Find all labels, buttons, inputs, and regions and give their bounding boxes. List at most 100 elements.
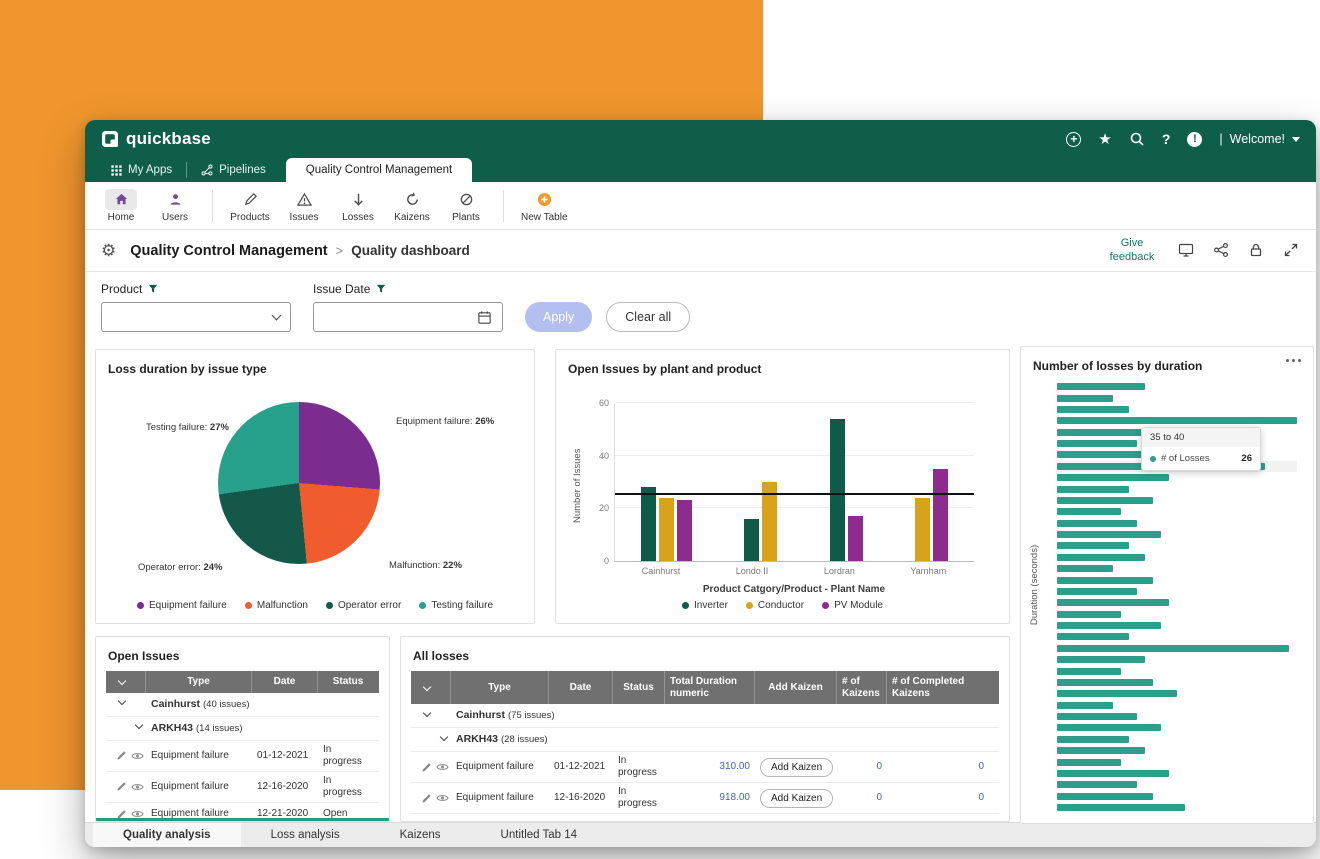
- loss-bar-5-to-10[interactable]: [1057, 395, 1113, 402]
- dashboard-tab-untitled-tab-14[interactable]: Untitled Tab 14: [471, 823, 608, 847]
- table-row[interactable]: Equipment failure01-12-2021In progress31…: [411, 752, 999, 783]
- user-menu[interactable]: | Welcome!: [1219, 132, 1300, 146]
- legend-item-operator-error[interactable]: Operator error: [326, 600, 401, 611]
- subgroup-row[interactable]: ARKH43(28 issues): [411, 728, 999, 752]
- toolbar-item-issues[interactable]: Issues: [278, 186, 330, 226]
- loss-bar-175-to-180[interactable]: [1057, 781, 1137, 788]
- loss-bar-40-to-45[interactable]: [1057, 474, 1169, 481]
- column-header-expand[interactable]: [106, 671, 146, 693]
- legend-item-testing-failure[interactable]: Testing failure: [419, 600, 493, 611]
- issue-date-input[interactable]: [313, 302, 503, 332]
- loss-bar-165-to-170[interactable]: [1057, 759, 1121, 766]
- loss-bar-30-to-35[interactable]: [1057, 451, 1153, 458]
- table-scroll-indicator[interactable]: [96, 818, 389, 821]
- add-icon[interactable]: +: [1066, 132, 1081, 147]
- pie-chart[interactable]: [218, 402, 380, 564]
- loss-bar-185-to-190[interactable]: [1057, 804, 1185, 811]
- column-header--of-completed-kaizens[interactable]: # of Completed Kaizens: [887, 671, 989, 704]
- column-header-date[interactable]: Date: [252, 671, 318, 693]
- column-header-status[interactable]: Status: [613, 671, 665, 704]
- column-header-total-duration-numeric[interactable]: Total Duration numeric: [665, 671, 755, 704]
- loss-bar-75-to-80[interactable]: [1057, 554, 1145, 561]
- view-eye-icon[interactable]: [436, 793, 449, 803]
- loss-bar-155-to-160[interactable]: [1057, 736, 1129, 743]
- fullscreen-icon[interactable]: [1282, 242, 1300, 260]
- loss-bar-0-to-5[interactable]: [1057, 383, 1145, 390]
- edit-pencil-icon[interactable]: [116, 750, 127, 761]
- loss-bar-55-to-60[interactable]: [1057, 508, 1121, 515]
- edit-pencil-icon[interactable]: [421, 762, 432, 773]
- loss-bar-120-to-125[interactable]: [1057, 656, 1145, 663]
- tab-quality-control-management[interactable]: Quality Control Management: [286, 158, 472, 182]
- column-header-type[interactable]: Type: [451, 671, 549, 704]
- loss-bar-105-to-110[interactable]: [1057, 622, 1161, 629]
- loss-bar-145-to-150[interactable]: [1057, 713, 1137, 720]
- legend-item-pv-module[interactable]: PV Module: [822, 600, 883, 611]
- column-header-date[interactable]: Date: [549, 671, 613, 704]
- bar-pv-module-cainhurst[interactable]: [677, 500, 692, 561]
- help-icon[interactable]: ?: [1162, 131, 1171, 147]
- column-header-add-kaizen[interactable]: Add Kaizen: [755, 671, 837, 704]
- toolbar-item-kaizens[interactable]: Kaizens: [386, 186, 438, 226]
- loss-bar-180-to-185[interactable]: [1057, 793, 1153, 800]
- loss-bar-100-to-105[interactable]: [1057, 611, 1121, 618]
- more-options-icon[interactable]: [1282, 355, 1305, 366]
- legend-item-conductor[interactable]: Conductor: [746, 600, 804, 611]
- view-eye-icon[interactable]: [436, 762, 449, 772]
- table-row[interactable]: Equipment failure01-12-2021In progress: [106, 741, 379, 772]
- loss-bar-90-to-95[interactable]: [1057, 588, 1137, 595]
- loss-bar-170-to-175[interactable]: [1057, 770, 1169, 777]
- loss-bar-25-to-30[interactable]: [1057, 440, 1137, 447]
- expand-chevron[interactable]: [411, 731, 451, 749]
- loss-bar-15-to-20[interactable]: [1057, 417, 1297, 424]
- column-header-type[interactable]: Type: [146, 671, 252, 693]
- edit-pencil-icon[interactable]: [421, 793, 432, 804]
- dashboard-tab-loss-analysis[interactable]: Loss analysis: [241, 823, 370, 847]
- legend-item-inverter[interactable]: Inverter: [682, 600, 728, 611]
- nav-my-apps[interactable]: My Apps: [99, 158, 184, 182]
- table-row[interactable]: Equipment failure12-16-2020In progress: [106, 772, 379, 803]
- dashboard-tab-kaizens[interactable]: Kaizens: [370, 823, 471, 847]
- expand-chevron[interactable]: [411, 707, 451, 725]
- subgroup-row[interactable]: ARKH43(14 issues): [106, 717, 379, 741]
- toolbar-item-users[interactable]: Users: [149, 186, 201, 226]
- dashboard-tab-quality-analysis[interactable]: Quality analysis: [93, 823, 241, 847]
- add-kaizen-button[interactable]: Add Kaizen: [760, 789, 833, 808]
- clear-all-button[interactable]: Clear all: [606, 302, 690, 332]
- bar-conductor-yarnham[interactable]: [915, 498, 930, 561]
- loss-bar-50-to-55[interactable]: [1057, 497, 1153, 504]
- toolbar-item-new-table[interactable]: New Table: [515, 186, 574, 226]
- feedback-monitor-icon[interactable]: [1177, 242, 1195, 260]
- view-eye-icon[interactable]: [131, 782, 144, 792]
- loss-bar-115-to-120[interactable]: [1057, 645, 1289, 652]
- loss-bar-80-to-85[interactable]: [1057, 565, 1113, 572]
- column-header-status[interactable]: Status: [318, 671, 378, 693]
- group-row[interactable]: Cainhurst(75 issues): [411, 704, 999, 728]
- loss-bar-150-to-155[interactable]: [1057, 724, 1161, 731]
- group-row[interactable]: Cainhurst(40 issues): [106, 693, 379, 717]
- nav-pipelines[interactable]: Pipelines: [189, 158, 278, 182]
- expand-chevron[interactable]: [106, 695, 146, 713]
- gear-icon[interactable]: ⚙: [101, 242, 116, 259]
- loss-bar-70-to-75[interactable]: [1057, 542, 1129, 549]
- search-icon[interactable]: [1129, 131, 1145, 147]
- view-eye-icon[interactable]: [131, 751, 144, 761]
- loss-bar-95-to-100[interactable]: [1057, 599, 1169, 606]
- quickbase-logo[interactable]: quickbase: [101, 129, 211, 149]
- loss-bar-10-to-15[interactable]: [1057, 406, 1129, 413]
- bar-pv-module-lordran[interactable]: [848, 516, 863, 561]
- give-feedback-link[interactable]: Give feedback: [1104, 237, 1160, 263]
- edit-pencil-icon[interactable]: [116, 781, 127, 792]
- expand-chevron[interactable]: [106, 719, 146, 737]
- toolbar-item-losses[interactable]: Losses: [332, 186, 384, 226]
- loss-bar-130-to-135[interactable]: [1057, 679, 1153, 686]
- toolbar-item-home[interactable]: Home: [95, 186, 147, 226]
- toolbar-item-plants[interactable]: Plants: [440, 186, 492, 226]
- column-header--of-kaizens[interactable]: # of Kaizens: [837, 671, 887, 704]
- loss-bar-135-to-140[interactable]: [1057, 690, 1177, 697]
- loss-bar-140-to-145[interactable]: [1057, 702, 1113, 709]
- table-row[interactable]: Equipment failure12-16-2020In progress91…: [411, 783, 999, 814]
- apply-button[interactable]: Apply: [525, 302, 592, 332]
- breadcrumb-app[interactable]: Quality Control Management: [130, 243, 327, 259]
- toolbar-item-products[interactable]: Products: [224, 186, 276, 226]
